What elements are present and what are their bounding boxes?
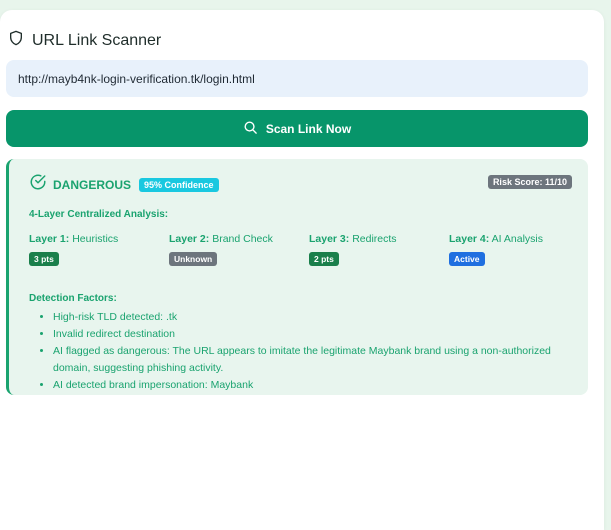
layer-label: Layer 3: Redirects xyxy=(309,233,397,245)
url-input[interactable] xyxy=(6,60,588,97)
layer-item: Layer 1: Heuristics 3 pts xyxy=(29,233,118,267)
factors-title: Detection Factors: xyxy=(29,293,117,304)
layer-label: Layer 2: Brand Check xyxy=(169,233,273,245)
scan-button-label: Scan Link Now xyxy=(265,121,352,136)
factor-list: High-risk TLD detected: .tk Invalid redi… xyxy=(39,309,573,394)
layer-badge: 2 pts xyxy=(309,252,339,266)
header: URL Link Scanner xyxy=(8,30,161,51)
layer-badge: Active xyxy=(449,252,485,266)
check-circle-icon xyxy=(29,173,47,196)
page-title: URL Link Scanner xyxy=(32,31,162,49)
scan-link-button[interactable]: Scan Link Now xyxy=(6,110,588,147)
layer-item: Layer 4: AI Analysis Active xyxy=(449,233,543,267)
status-row: DANGEROUS 95% Confidence xyxy=(29,173,219,196)
confidence-badge: 95% Confidence xyxy=(139,177,219,192)
shield-icon xyxy=(8,30,24,51)
layer-badge: Unknown xyxy=(169,252,218,266)
factor-item: AI flagged as dangerous: The URL appears… xyxy=(53,343,573,377)
layer-badge: 3 pts xyxy=(29,252,59,266)
factor-item: Invalid redirect destination xyxy=(53,326,573,343)
status-label: DANGEROUS xyxy=(53,177,132,192)
result-panel: DANGEROUS 95% Confidence Risk Score: 11/… xyxy=(6,159,588,395)
search-icon xyxy=(243,120,258,138)
factor-item: AI detected brand impersonation: Maybank xyxy=(53,377,573,394)
layer-item: Layer 3: Redirects 2 pts xyxy=(309,233,397,267)
factor-item: High-risk TLD detected: .tk xyxy=(53,309,573,326)
scanner-card: URL Link Scanner Scan Link Now DANGEROUS… xyxy=(0,10,604,530)
risk-score-badge: Risk Score: 11/10 xyxy=(487,175,572,189)
layer-label: Layer 1: Heuristics xyxy=(29,233,119,245)
analysis-title: 4-Layer Centralized Analysis: xyxy=(29,209,169,220)
layer-item: Layer 2: Brand Check Unknown xyxy=(169,233,273,267)
layer-grid: Layer 1: Heuristics 3 pts Layer 2: Brand… xyxy=(29,233,589,273)
layer-label: Layer 4: AI Analysis xyxy=(449,233,543,245)
